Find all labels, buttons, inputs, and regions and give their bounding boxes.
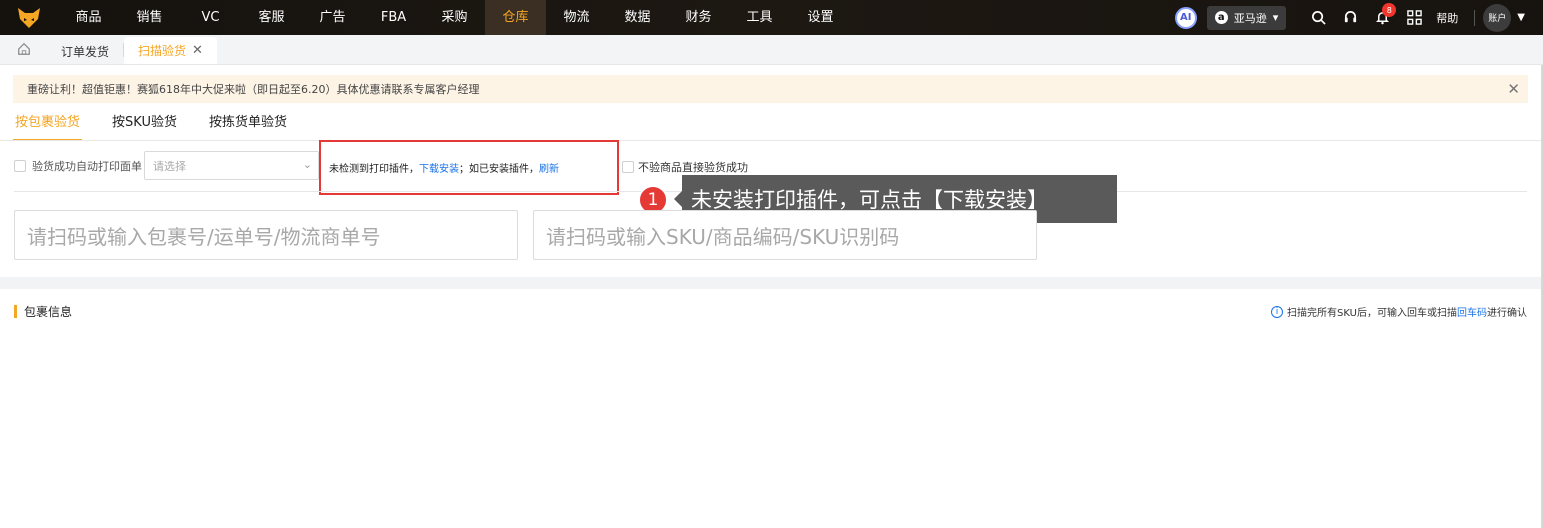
- account-caret-icon[interactable]: ▼: [1517, 12, 1525, 23]
- plugin-status-text: 未检测到打印插件，: [329, 164, 419, 175]
- package-hint: i 扫描完所有SKU后，可输入回车或扫描回车码进行确认: [1271, 304, 1527, 319]
- search-icon[interactable]: [1302, 0, 1334, 35]
- package-scan-placeholder: 请扫码或输入包裹号/运单号/物流商单号: [27, 224, 381, 249]
- package-info-label: 包裹信息: [24, 305, 73, 319]
- nav-item-purchasing[interactable]: 采购: [424, 0, 485, 35]
- nav-item-tools[interactable]: 工具: [729, 0, 790, 35]
- page-tab-bar: 订单发货 扫描验货 ✕: [0, 35, 1543, 65]
- package-info-title: 包裹信息: [14, 303, 72, 320]
- hint-text: 扫描完所有SKU后，可输入回车或扫描: [1287, 308, 1457, 319]
- section-separator: [0, 277, 1543, 289]
- apps-grid-icon[interactable]: [1398, 0, 1430, 35]
- skip-verify-label: 不验商品直接验货成功: [638, 161, 748, 174]
- top-navbar: 商品 销售 VC 客服 广告 FBA 采购 仓库 物流 数据 财务 工具 设置 …: [0, 0, 1543, 35]
- enter-code-link[interactable]: 回车码: [1457, 308, 1487, 319]
- tab-by-picklist[interactable]: 按拣货单验货: [207, 108, 289, 141]
- headset-icon[interactable]: [1334, 0, 1366, 35]
- nav-item-customer-service[interactable]: 客服: [241, 0, 302, 35]
- bell-icon[interactable]: 8: [1366, 0, 1398, 35]
- tab-by-package[interactable]: 按包裹验货: [13, 108, 83, 141]
- notification-count-badge: 8: [1382, 3, 1397, 17]
- nav-item-warehouse[interactable]: 仓库: [485, 0, 546, 35]
- tab-label: 订单发货: [61, 44, 110, 59]
- store-selector[interactable]: a 亚马逊 ▾: [1206, 5, 1287, 30]
- notice-text: 重磅让利！超值钜惠！赛狐618年中大促来啦（即日起至6.20）具体优惠请联系专属…: [27, 83, 480, 96]
- info-icon: i: [1271, 305, 1284, 318]
- auto-print-label: 验货成功自动打印面单: [32, 159, 142, 173]
- promo-notice-banner: 重磅让利！超值钜惠！赛狐618年中大促来啦（即日起至6.20）具体优惠请联系专属…: [13, 75, 1528, 103]
- nav-item-finance[interactable]: 财务: [668, 0, 729, 35]
- plugin-status-text-2: ；如已安装插件，: [459, 164, 539, 175]
- nav-item-logistics[interactable]: 物流: [546, 0, 607, 35]
- auto-print-option: 验货成功自动打印面单: [14, 151, 142, 180]
- print-plugin-status: 未检测到打印插件， 下载安装 ；如已安装插件， 刷新: [319, 140, 619, 195]
- main-nav: 商品 销售 VC 客服 广告 FBA 采购 仓库 物流 数据 财务 工具 设置: [58, 0, 851, 35]
- inspection-mode-tabs: 按包裹验货 按SKU验货 按拣货单验货: [13, 108, 317, 141]
- nav-item-fba[interactable]: FBA: [363, 0, 424, 35]
- home-tab[interactable]: [0, 34, 47, 64]
- nav-item-settings[interactable]: 设置: [790, 0, 851, 35]
- close-icon[interactable]: ✕: [1507, 80, 1520, 98]
- auto-print-checkbox[interactable]: [14, 159, 26, 172]
- tab-order-shipping[interactable]: 订单发货: [47, 38, 123, 64]
- home-icon: [17, 42, 30, 55]
- download-install-link[interactable]: 下载安装: [419, 160, 459, 175]
- store-selector-label: 亚马逊: [1233, 11, 1267, 25]
- divider: [0, 140, 1543, 141]
- app-logo[interactable]: [0, 0, 58, 35]
- sku-scan-placeholder: 请扫码或输入SKU/商品编码/SKU识别码: [546, 224, 900, 249]
- print-template-select[interactable]: 请选择 ⌄: [144, 151, 319, 180]
- nav-item-ads[interactable]: 广告: [302, 0, 363, 35]
- package-scan-input[interactable]: 请扫码或输入包裹号/运单号/物流商单号: [14, 210, 518, 260]
- tab-label: 扫描验货: [138, 44, 187, 58]
- select-placeholder: 请选择: [153, 159, 186, 173]
- help-link[interactable]: 帮助: [1436, 10, 1458, 26]
- top-right-tools: AI a 亚马逊 ▾ 8 帮助 账户 ▼: [1174, 0, 1543, 35]
- divider: [1474, 9, 1476, 26]
- title-accent-bar: [14, 305, 17, 318]
- nav-item-data[interactable]: 数据: [607, 0, 668, 35]
- nav-item-products[interactable]: 商品: [58, 0, 119, 35]
- nav-item-vc[interactable]: VC: [180, 0, 241, 35]
- close-icon[interactable]: ✕: [192, 43, 203, 58]
- refresh-link[interactable]: 刷新: [539, 160, 559, 175]
- amazon-icon: a: [1214, 11, 1228, 24]
- skip-verify-checkbox[interactable]: [622, 161, 634, 173]
- chevron-down-icon: ⌄: [302, 158, 312, 171]
- caret-down-icon: ▾: [1272, 11, 1279, 24]
- account-avatar[interactable]: 账户: [1483, 3, 1512, 32]
- nav-item-sales[interactable]: 销售: [119, 0, 180, 35]
- fox-logo-icon: [18, 7, 40, 28]
- tab-by-sku[interactable]: 按SKU验货: [110, 108, 179, 141]
- tab-scan-inspection[interactable]: 扫描验货 ✕: [124, 37, 217, 64]
- ai-assistant-button[interactable]: AI: [1174, 6, 1197, 29]
- sku-scan-input[interactable]: 请扫码或输入SKU/商品编码/SKU识别码: [533, 210, 1037, 260]
- hint-text-suffix: 进行确认: [1487, 308, 1527, 319]
- skip-verify-option: 不验商品直接验货成功: [622, 159, 748, 175]
